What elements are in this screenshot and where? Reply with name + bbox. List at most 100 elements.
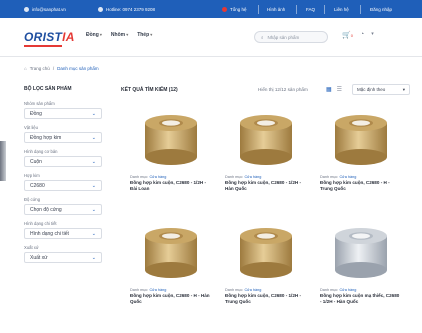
filter-title: BỘ LỌC SẢN PHẨM bbox=[24, 86, 72, 92]
product-thumbnail[interactable] bbox=[225, 108, 307, 170]
filter-value: Cuộn bbox=[30, 158, 42, 165]
product-meta: Danh mục: Cửa hàng bbox=[320, 175, 402, 179]
filter-sidebar: BỘ LỌC SẢN PHẨM Nhóm sản phẩm Đồng ⌄ Vật li… bbox=[24, 86, 106, 269]
topbar-link-login[interactable]: Đăng nhập bbox=[370, 7, 392, 12]
product-brand-link[interactable]: Cửa hàng bbox=[149, 288, 166, 292]
product-brand-link[interactable]: Cửa hàng bbox=[339, 288, 356, 292]
product-thumbnail[interactable] bbox=[130, 108, 212, 170]
product-brand-link[interactable]: Cửa hàng bbox=[244, 288, 261, 292]
product-card[interactable]: Danh mục: Cửa hàng Đồng hợp kim cuộn, C26… bbox=[225, 221, 307, 305]
product-name[interactable]: Đồng hợp kim cuộn, C2680 - H - Hàn Quốc bbox=[130, 293, 212, 305]
product-thumbnail[interactable] bbox=[130, 221, 212, 283]
filter-label: Nhóm sản phẩm bbox=[24, 101, 55, 106]
header-actions: 🛒0 ◔ ▾ bbox=[342, 31, 374, 39]
chevron-down-icon: ⌄ bbox=[91, 254, 96, 261]
site-header: ORISTIA Đồng Nhôm Thép ⌕ Nhập sản phẩm 🛒… bbox=[0, 18, 422, 57]
email-item[interactable]: info@sanphat.vn bbox=[24, 6, 66, 12]
filter-label: Hình dạng cơ bản bbox=[24, 149, 58, 154]
filter-select[interactable]: Đồng hợp kim ⌄ bbox=[24, 132, 102, 143]
product-card[interactable]: Danh mục: Cửa hàng Đồng hợp kim cuộn, C26… bbox=[225, 108, 307, 192]
topbar-link-images[interactable]: Hình ảnh bbox=[267, 7, 285, 12]
filter-select[interactable]: Đồng ⌄ bbox=[24, 108, 102, 119]
product-image bbox=[145, 228, 197, 278]
chevron-down-icon: ⌄ bbox=[91, 134, 96, 141]
product-name[interactable]: Đồng hợp kim cuộn, C2680 - 1/2H - Trung … bbox=[225, 293, 307, 305]
product-name[interactable]: Đồng hợp kim cuộn, C2680 - H - Trung Quố… bbox=[320, 180, 402, 192]
filter-label: Hợp kim bbox=[24, 173, 40, 178]
list-view-icon[interactable]: ☰ bbox=[337, 86, 342, 93]
topbar-link-general[interactable]: Tổng hệ bbox=[222, 6, 247, 12]
filter-value: C2680 bbox=[30, 182, 45, 189]
nav-item-copper[interactable]: Đồng bbox=[86, 32, 102, 38]
email-text: info@sanphat.vn bbox=[32, 6, 66, 12]
home-icon[interactable]: ⌂ bbox=[24, 66, 27, 71]
nav-item-aluminum[interactable]: Nhôm bbox=[111, 32, 128, 38]
product-category: Danh mục: bbox=[225, 175, 244, 179]
cart-icon[interactable]: 🛒0 bbox=[342, 31, 353, 39]
filter-group: Nhóm sản phẩm Đồng ⌄ bbox=[24, 101, 106, 119]
filter-select[interactable]: Hình dạng chi tiết ⌄ bbox=[24, 228, 102, 239]
product-image bbox=[240, 115, 292, 165]
product-thumbnail[interactable] bbox=[320, 108, 402, 170]
product-card[interactable]: Danh mục: Cửa hàng Đồng hợp kim cuộn mạ t… bbox=[320, 221, 402, 305]
filter-label: Xuất xứ bbox=[24, 245, 39, 250]
product-meta: Danh mục: Cửa hàng bbox=[130, 288, 212, 292]
nav-item-steel[interactable]: Thép bbox=[137, 32, 152, 38]
search-icon: ⌕ bbox=[261, 34, 264, 40]
product-image bbox=[335, 228, 387, 278]
topbar-link-contact[interactable]: Liên hệ bbox=[334, 7, 349, 12]
filter-group: Độ cứng Chọn độ cứng ⌄ bbox=[24, 197, 106, 215]
product-card[interactable]: Danh mục: Cửa hàng Đồng hợp kim cuộn, C26… bbox=[130, 221, 212, 305]
product-card[interactable]: Danh mục: Cửa hàng Đồng hợp kim cuộn, C26… bbox=[320, 108, 402, 192]
divider bbox=[324, 4, 325, 14]
topbar-link-faq[interactable]: FAQ bbox=[306, 7, 315, 12]
product-thumbnail[interactable] bbox=[225, 221, 307, 283]
filter-select[interactable]: Xuất xứ ⌄ bbox=[24, 252, 102, 263]
breadcrumb-separator: / bbox=[52, 66, 55, 71]
filter-select[interactable]: Cuộn ⌄ bbox=[24, 156, 102, 167]
brand-logo[interactable]: ORISTIA bbox=[24, 30, 75, 44]
sort-label: Mặc định theo bbox=[357, 87, 386, 92]
filter-value: Hình dạng chi tiết bbox=[30, 230, 69, 237]
product-brand-link[interactable]: Cửa hàng bbox=[339, 175, 356, 179]
product-card[interactable]: Danh mục: Cửa hàng Đồng hợp kim cuộn, C26… bbox=[130, 108, 212, 192]
filter-group: Vật liệu Đồng hợp kim ⌄ bbox=[24, 125, 106, 143]
chevron-down-icon: ▾ bbox=[402, 86, 405, 92]
topbar-link-label: FAQ bbox=[306, 6, 316, 12]
breadcrumb: ⌂ Trang chủ / Danh mục sản phẩm bbox=[24, 66, 99, 71]
filter-select[interactable]: Chọn độ cứng ⌄ bbox=[24, 204, 102, 215]
alert-icon bbox=[222, 6, 227, 12]
product-thumbnail[interactable] bbox=[320, 221, 402, 283]
sort-select[interactable]: Mặc định theo ▾ bbox=[352, 84, 410, 95]
search-box[interactable]: ⌕ Nhập sản phẩm bbox=[254, 31, 328, 43]
logo-accent: IA bbox=[62, 30, 75, 44]
filter-group: Xuất xứ Xuất xứ ⌄ bbox=[24, 245, 106, 263]
partial-image bbox=[0, 141, 6, 181]
product-brand-link[interactable]: Cửa hàng bbox=[244, 175, 261, 179]
mail-icon bbox=[24, 6, 29, 12]
divider bbox=[258, 4, 259, 14]
filter-label: Hình dạng chi tiết bbox=[24, 221, 57, 226]
product-meta: Danh mục: Cửa hàng bbox=[225, 288, 307, 292]
hotline-text: Hotline: 0974 2379 9208 bbox=[106, 6, 156, 12]
filter-label: Vật liệu bbox=[24, 125, 38, 130]
hotline-item[interactable]: Hotline: 0974 2379 9208 bbox=[98, 6, 156, 12]
topbar-link-label: Tổng hệ bbox=[230, 6, 247, 12]
chevron-down-icon[interactable]: ▾ bbox=[371, 31, 374, 39]
product-meta: Danh mục: Cửa hàng bbox=[320, 288, 402, 292]
product-name[interactable]: Đồng hợp kim cuộn, C2680 - 1/2H - Hàn Qu… bbox=[225, 180, 307, 192]
main-nav: Đồng Nhôm Thép bbox=[86, 32, 152, 38]
breadcrumb-home[interactable]: Trang chủ bbox=[30, 66, 50, 71]
page: info@sanphat.vn Hotline: 0974 2379 9208 … bbox=[0, 0, 422, 333]
product-name[interactable]: Đồng hợp kim cuộn mạ thiếc, C2680 - 1/2H… bbox=[320, 293, 402, 305]
chevron-down-icon: ⌄ bbox=[91, 158, 96, 165]
product-brand-link[interactable]: Cửa hàng bbox=[149, 175, 166, 179]
chevron-down-icon: ⌄ bbox=[91, 182, 96, 189]
chevron-down-icon: ⌄ bbox=[91, 230, 96, 237]
filter-select[interactable]: C2680 ⌄ bbox=[24, 180, 102, 191]
product-name[interactable]: Đồng hợp kim cuộn, C2680 - 1/2H - Đài Lo… bbox=[130, 180, 212, 192]
user-icon[interactable]: ◔ bbox=[360, 31, 364, 39]
product-meta: Danh mục: Cửa hàng bbox=[130, 175, 212, 179]
filter-group: Hình dạng chi tiết Hình dạng chi tiết ⌄ bbox=[24, 221, 106, 239]
grid-view-icon[interactable]: ▦ bbox=[326, 86, 332, 93]
